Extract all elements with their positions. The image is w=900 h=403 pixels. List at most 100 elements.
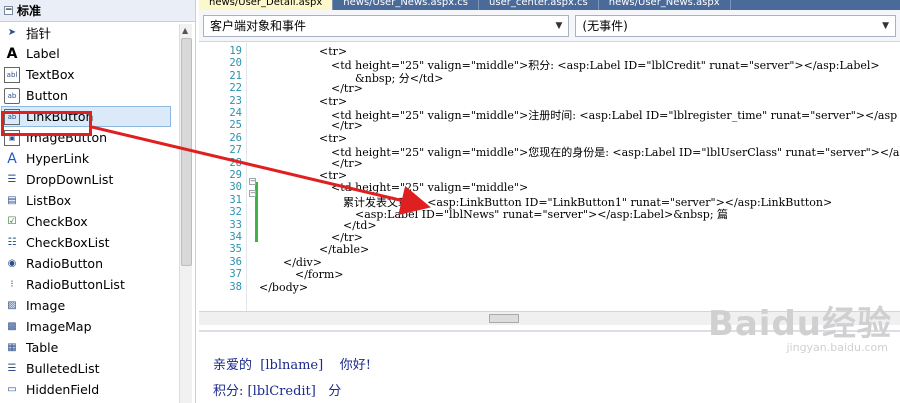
object-dropdown[interactable]: 客户端对象和事件 ▼ xyxy=(203,14,570,37)
code-line[interactable]: </form> xyxy=(295,268,344,281)
toolbox-item-bulletedlist[interactable]: ☰ BulletedList xyxy=(2,358,195,379)
code-line[interactable]: </body> xyxy=(259,281,308,294)
toolbox-item-label: HyperLink xyxy=(26,151,90,166)
code-line[interactable]: </div> xyxy=(283,256,322,269)
line-number: 28 xyxy=(229,156,242,169)
code-line[interactable]: <td height="25" valign="middle">注册时间: <a… xyxy=(331,107,897,123)
toolbox-item-radiobuttonlist[interactable]: ⁝ RadioButtonList xyxy=(2,274,195,295)
scrollbar-thumb[interactable] xyxy=(181,38,192,266)
listbox-icon: ▤ xyxy=(7,195,17,206)
line-number: 32 xyxy=(229,206,242,219)
code-line[interactable]: <tr> xyxy=(319,95,347,108)
line-number: 24 xyxy=(229,107,242,119)
document-tabs: news/User_Detail.aspx news/User_News.asp… xyxy=(199,0,900,10)
collapse-icon[interactable]: − xyxy=(4,6,13,15)
toolbox-item-table[interactable]: ▦ Table xyxy=(2,337,195,358)
code-line[interactable]: <tr> xyxy=(319,132,347,145)
toolbox-item-label: Button xyxy=(26,88,68,103)
watermark-url: jingyan.baidu.com xyxy=(786,341,888,354)
code-line[interactable]: <tr> xyxy=(319,169,347,182)
image-icon: ▨ xyxy=(7,300,17,311)
code-line[interactable]: </tr> xyxy=(331,231,363,244)
line-number: 19 xyxy=(229,45,242,57)
label-icon: A xyxy=(6,45,18,62)
toolbox-item-image[interactable]: ▨ Image xyxy=(2,295,195,316)
textbox-icon: abl xyxy=(4,66,20,83)
toolbox-item-label: DropDownList xyxy=(26,172,114,187)
toolbox-item-pointer[interactable]: ➤ 指针 xyxy=(2,22,195,43)
toolbox-item-hyperlink[interactable]: A HyperLink xyxy=(2,148,195,169)
toolbox-item-label: HiddenField xyxy=(26,382,100,397)
toolbox-item-label: TextBox xyxy=(26,67,75,82)
toolbox-item-checkboxlist[interactable]: ☷ CheckBoxList xyxy=(2,232,195,253)
outline-collapse-icon[interactable]: − xyxy=(249,190,256,197)
code-line[interactable]: <tr> xyxy=(319,45,347,58)
toolbox-item-label: CheckBox xyxy=(26,214,88,229)
checkbox-icon: ☑ xyxy=(7,216,17,227)
dropdownlist-icon: ☰ xyxy=(7,174,17,185)
toolbox-item-label: Table xyxy=(26,340,59,355)
object-dropdown-value: 客户端对象和事件 xyxy=(210,19,307,33)
line-number: 36 xyxy=(229,255,242,268)
line-number: 23 xyxy=(229,94,242,107)
toolbox-item-button[interactable]: ab Button xyxy=(2,85,195,106)
toolbox-item-label: CheckBoxList xyxy=(26,235,110,250)
outline-collapse-icon[interactable]: − xyxy=(249,178,256,185)
pointer-icon: ➤ xyxy=(7,27,17,38)
line-number: 25 xyxy=(229,119,242,132)
toolbox-item-radiobutton[interactable]: ◉ RadioButton xyxy=(2,253,195,274)
button-icon: ab xyxy=(4,87,20,104)
chevron-down-icon[interactable]: ▼ xyxy=(555,21,562,31)
code-line[interactable]: <asp:Label ID="lblNews" runat="server"><… xyxy=(355,206,728,222)
line-number: 21 xyxy=(229,69,242,82)
toolbox-item-imagemap[interactable]: ▩ ImageMap xyxy=(2,316,195,337)
toolbox-item-label: Image xyxy=(26,298,66,313)
toolbox-item-label: RadioButton xyxy=(26,256,103,271)
toolbox-item-label[interactable]: A Label xyxy=(2,43,195,64)
scroll-up-icon[interactable]: ▲ xyxy=(182,26,188,35)
toolbox-group-header[interactable]: − 标准 xyxy=(0,0,195,22)
toolbox-item-listbox[interactable]: ▤ ListBox xyxy=(2,190,195,211)
line-number: 34 xyxy=(229,231,242,243)
tab-user-detail[interactable]: news/User_Detail.aspx xyxy=(199,0,334,10)
line-number: 38 xyxy=(229,280,242,293)
line-number: 26 xyxy=(229,131,242,144)
line-number: 30 xyxy=(229,181,242,194)
table-icon: ▦ xyxy=(7,342,17,353)
tab-user-news[interactable]: news/User_News.aspx xyxy=(599,0,731,10)
toolbox-item-checkbox[interactable]: ☑ CheckBox xyxy=(2,211,195,232)
event-dropdown[interactable]: (无事件) ▼ xyxy=(575,14,896,37)
code-line[interactable]: </table> xyxy=(319,243,369,256)
code-line[interactable]: <td height="25" valign="middle">您现在的身份是:… xyxy=(331,144,899,160)
line-number-gutter: 19 20 21 22 23 24 25 26 27 28 29 30 31 32 33 34 35 36 37 38 xyxy=(199,43,247,311)
toolbox-panel: − 标准 ➤ 指针 A Label abl TextBox ab Button ab Li… xyxy=(0,0,196,403)
code-line[interactable]: &nbsp; 分</td> xyxy=(355,70,443,86)
radiobutton-icon: ◉ xyxy=(7,258,17,269)
code-line[interactable]: </tr> xyxy=(331,119,363,132)
toolbox-group-title: 标准 xyxy=(17,4,42,18)
toolbox-item-hiddenfield[interactable]: ▭ HiddenField xyxy=(2,379,195,400)
code-line[interactable]: </tr> xyxy=(331,82,363,95)
toolbox-item-textbox[interactable]: abl TextBox xyxy=(2,64,195,85)
toolbox-items: ➤ 指针 A Label abl TextBox ab Button ab LinkBut… xyxy=(0,22,195,400)
toolbox-item-label: ImageMap xyxy=(26,319,92,334)
navigation-bar: 客户端对象和事件 ▼ (无事件) ▼ xyxy=(199,10,900,42)
editor-panel: news/User_Detail.aspx news/User_News.asp… xyxy=(199,0,900,403)
toolbox-scrollbar[interactable]: ▲ xyxy=(179,24,192,403)
code-line[interactable]: </tr> xyxy=(331,157,363,170)
code-line[interactable]: <td height="25" valign="middle"> xyxy=(331,181,528,194)
chevron-down-icon[interactable]: ▼ xyxy=(882,21,889,31)
line-number: 29 xyxy=(229,169,242,181)
toolbox-item-label: ListBox xyxy=(26,193,72,208)
hyperlink-icon: A xyxy=(7,150,17,167)
line-number: 31 xyxy=(229,193,242,206)
code-line[interactable]: </td> xyxy=(343,219,377,232)
code-editor[interactable]: 19 20 21 22 23 24 25 26 27 28 29 30 31 32 33 34 35 36 37 38… xyxy=(199,43,900,311)
line-number: 35 xyxy=(229,243,242,256)
toolbox-item-dropdownlist[interactable]: ☰ DropDownList xyxy=(2,169,195,190)
checkboxlist-icon: ☷ xyxy=(7,237,17,248)
tab-user-news-cs[interactable]: news/User_News.aspx.cs xyxy=(333,0,480,10)
radiobuttonlist-icon: ⁝ xyxy=(10,279,14,290)
scrollbar-thumb[interactable] xyxy=(489,314,519,323)
tab-user-center-cs[interactable]: user_center.aspx.cs xyxy=(479,0,599,10)
